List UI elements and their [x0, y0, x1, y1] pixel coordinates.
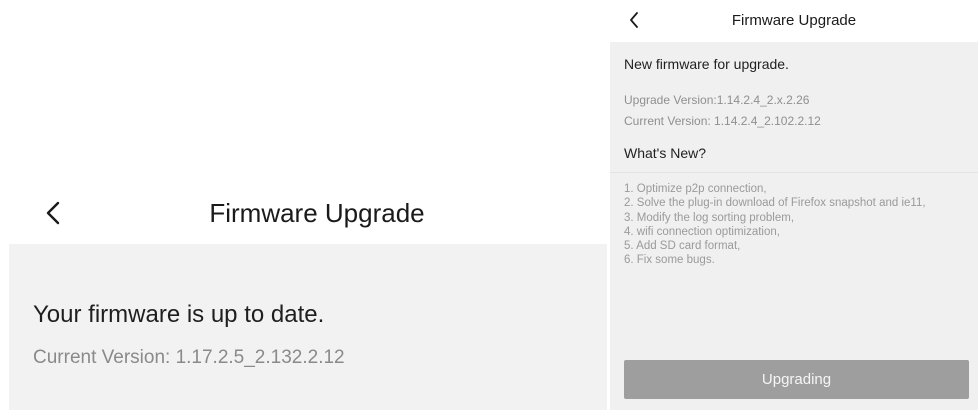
release-note-item: 4. wifi connection optimization,: [624, 225, 780, 238]
release-note-item: 5. Add SD card format,: [624, 240, 741, 253]
release-note-item: 2. Solve the plug-in download of Firefox…: [624, 197, 926, 210]
left-header-bar: Firmware Upgrade: [9, 181, 607, 244]
release-note-item: 6. Fix some bugs.: [624, 254, 715, 267]
firmware-status-text: Your firmware is up to date.: [33, 301, 325, 328]
release-notes-list: 1. Optimize p2p connection, 2. Solve the…: [624, 182, 972, 268]
release-note-item: 3. Modify the log sorting problem,: [624, 211, 795, 224]
section-divider: [610, 172, 978, 173]
right-header-bar: Firmware Upgrade: [610, 0, 978, 42]
upgrading-button[interactable]: Upgrading: [624, 360, 969, 399]
release-note-item: 1. Optimize p2p connection,: [624, 183, 767, 195]
page-title: Firmware Upgrade: [731, 12, 857, 29]
whats-new-heading: What's New?: [624, 145, 707, 161]
new-firmware-heading: New firmware for upgrade.: [624, 56, 789, 72]
firmware-up-to-date-screen: Firmware Upgrade Your firmware is up to …: [9, 181, 607, 410]
page-title: Firmware Upgrade: [209, 198, 425, 228]
firmware-upgrade-screen: Firmware Upgrade New firmware for upgrad…: [610, 0, 978, 410]
current-version-text: Current Version: 1.17.2.5_2.132.2.12: [33, 347, 345, 368]
upgrade-version-text: Upgrade Version:1.14.2.4_2.x.2.26: [624, 93, 810, 107]
current-version-text: Current Version: 1.14.2.4_2.102.2.12: [624, 114, 821, 128]
